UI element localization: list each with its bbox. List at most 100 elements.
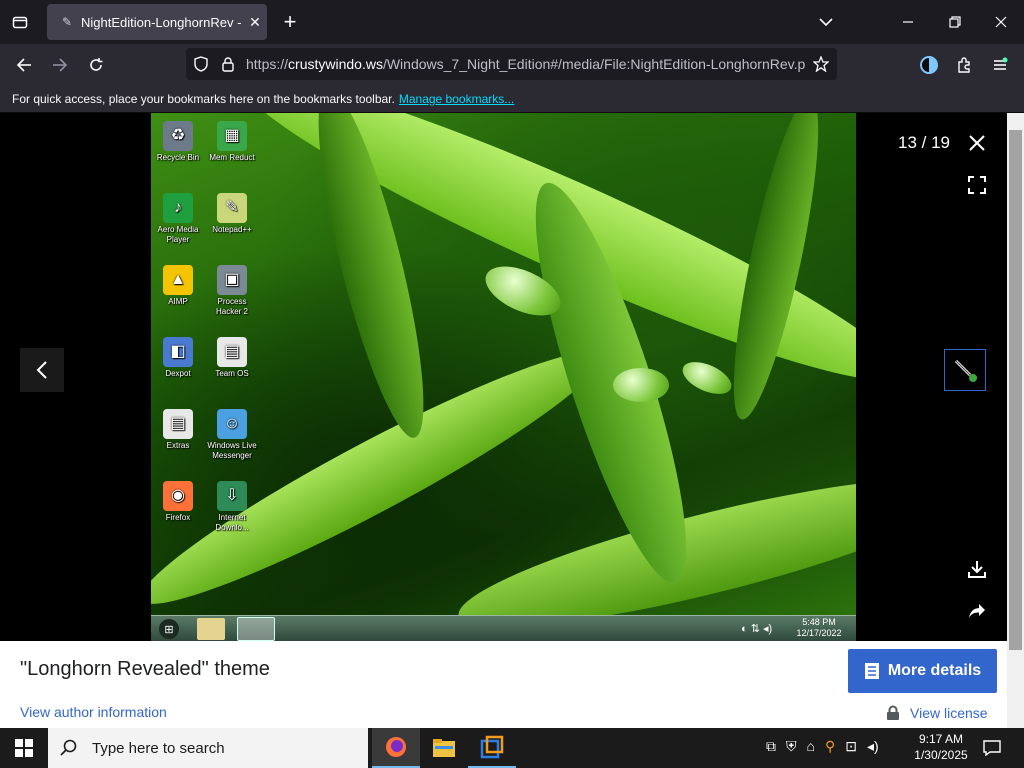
- fullscreen-icon[interactable]: [960, 168, 994, 202]
- active-tab[interactable]: ✎ NightEdition-LonghornRev - W ✕: [47, 4, 267, 40]
- security-icon[interactable]: ⛨: [786, 738, 797, 755]
- notifications-icon[interactable]: [980, 736, 1004, 760]
- url-host: crustywindo.ws: [288, 56, 383, 72]
- image-counter: 13 / 19: [898, 133, 950, 152]
- view-author-link[interactable]: View author information: [20, 704, 167, 720]
- clock-date: 1/30/2025: [914, 748, 968, 762]
- w7-tray-icons: ◐ ⇅ ◂): [741, 623, 773, 635]
- search-icon[interactable]: ⚲: [825, 738, 835, 755]
- network-icon[interactable]: ⌂: [807, 738, 815, 755]
- url-path: /Windows_7_Night_Edition#/media/File:Nig…: [382, 56, 805, 72]
- folder-icon: ▤: [163, 409, 193, 439]
- search-icon: [60, 739, 77, 756]
- desktop-icon: ▤ Team OS: [206, 337, 258, 379]
- desktop-icon-label: Team OS: [215, 369, 249, 378]
- w7-clock-time: 5:48 PM: [802, 617, 836, 627]
- aimp-icon: ▲: [163, 265, 193, 295]
- bookmarks-message: For quick access, place your bookmarks h…: [12, 92, 395, 106]
- previous-image-icon[interactable]: [20, 348, 64, 392]
- tracking-shield-icon[interactable]: [186, 56, 216, 72]
- desktop-icon: ◧ Dexpot: [152, 337, 204, 379]
- process-hacker-icon: ▣: [217, 265, 247, 295]
- notepad-icon: ✎: [217, 193, 247, 223]
- desktop-icon: ✎ Notepad++: [206, 193, 258, 235]
- taskbar-file-explorer-icon[interactable]: [420, 728, 468, 768]
- volume-icon[interactable]: ◂): [867, 738, 879, 755]
- tab-title: NightEdition-LonghornRev - W: [81, 14, 243, 30]
- tab-overview-icon[interactable]: [8, 10, 32, 34]
- share-icon[interactable]: [960, 594, 994, 628]
- close-tab-icon[interactable]: ✕: [243, 10, 267, 34]
- reload-icon[interactable]: [84, 53, 108, 77]
- extensions-puzzle-icon[interactable]: [952, 53, 976, 77]
- desktop-icon: ⇩ Internet Downlo...: [206, 481, 258, 533]
- view-license-link[interactable]: View license: [886, 705, 988, 721]
- w7-active-app-icon: [237, 617, 275, 641]
- address-bar[interactable]: https://crustywindo.ws/Windows_7_Night_E…: [186, 48, 837, 80]
- url-scheme: https://: [246, 56, 289, 72]
- restore-icon[interactable]: [943, 10, 967, 34]
- dexpot-icon: ◧: [163, 337, 193, 367]
- water-droplet: [677, 355, 737, 401]
- desktop-icon-label: Mem Reduct: [209, 153, 255, 162]
- more-details-button[interactable]: More details: [848, 649, 997, 693]
- window-close-icon[interactable]: [989, 10, 1013, 34]
- desktop-icon-label: Internet Downlo...: [215, 513, 249, 532]
- desktop-icon-label: AIMP: [168, 297, 188, 306]
- scrollbar-thumb[interactable]: [1009, 130, 1022, 650]
- minimize-icon[interactable]: [896, 10, 920, 34]
- desktop-icon: ▲ AIMP: [152, 265, 204, 307]
- media-player-icon: ♪: [163, 193, 193, 223]
- water-droplet: [613, 368, 669, 402]
- desktop-icon: ▣ Process Hacker 2: [206, 265, 258, 317]
- theme-toggle-icon[interactable]: [916, 52, 942, 78]
- desktop-icon-label: Notepad++: [212, 225, 252, 234]
- firefox-icon: ◉: [163, 481, 193, 511]
- recycle-bin-icon: ♻: [163, 121, 193, 151]
- w7-clock: 5:48 PM 12/17/2022: [786, 617, 852, 639]
- taskbar-firefox-icon[interactable]: [372, 728, 420, 768]
- manage-bookmarks-link[interactable]: Manage bookmarks...: [399, 92, 514, 106]
- download-icon[interactable]: [960, 552, 994, 586]
- back-arrow-icon[interactable]: [12, 53, 36, 77]
- close-viewer-icon[interactable]: [960, 126, 994, 160]
- taskbar-search-box[interactable]: Type here to search: [48, 728, 368, 768]
- desktop-icon: ▤ Extras: [152, 409, 204, 451]
- bookmarks-toolbar: For quick access, place your bookmarks h…: [0, 86, 1024, 113]
- folder-icon: ▤: [217, 337, 247, 367]
- lock-icon[interactable]: [216, 56, 240, 72]
- cursor-brush-icon[interactable]: [944, 349, 986, 391]
- system-tray-icons[interactable]: ⧉ ⛨ ⌂ ⚲ ⊡ ◂): [766, 738, 879, 755]
- wallpaper-screenshot-image: ♻ Recycle Bin ▦ Mem Reduct ♪ Aero Media Playe…: [151, 113, 856, 641]
- desktop-icon: ▦ Mem Reduct: [206, 121, 258, 163]
- taskbar-virtualbox-icon[interactable]: [468, 728, 516, 768]
- windows-start-icon[interactable]: [0, 728, 48, 768]
- bookmark-star-icon[interactable]: [805, 56, 837, 72]
- desktop-icon-label: Process Hacker 2: [215, 297, 248, 316]
- clock-time: 9:17 AM: [918, 732, 964, 746]
- desktop-icon: ◉ Firefox: [152, 481, 204, 523]
- desktop-icon-label: Firefox: [165, 513, 191, 522]
- tab-bar: ✎ NightEdition-LonghornRev - W ✕ +: [0, 0, 1024, 44]
- w7-start-orb-icon: ⊞: [159, 619, 179, 639]
- page-favicon-icon: ✎: [61, 15, 73, 29]
- task-view-icon[interactable]: ⧉: [766, 738, 776, 755]
- app-menu-icon[interactable]: [988, 53, 1012, 77]
- url-text[interactable]: https://crustywindo.ws/Windows_7_Night_E…: [240, 56, 805, 72]
- desktop-icon: ☺ Windows Live Messenger: [206, 409, 258, 461]
- taskbar-clock[interactable]: 9:17 AM 1/30/2025: [905, 731, 977, 763]
- forward-arrow-icon[interactable]: [48, 53, 72, 77]
- desktop-icon: ♪ Aero Media Player: [152, 193, 204, 245]
- new-tab-icon[interactable]: +: [278, 9, 302, 34]
- desktop-icon-label: Aero Media Player: [157, 225, 199, 244]
- mem-reduct-icon: ▦: [217, 121, 247, 151]
- list-tabs-chevron-icon[interactable]: [814, 10, 838, 34]
- more-details-label: More details: [887, 662, 982, 679]
- messenger-icon: ☺: [217, 409, 247, 439]
- desktop-icon-label: Dexpot: [165, 369, 191, 378]
- desktop-icon: ♻ Recycle Bin: [152, 121, 204, 163]
- media-title: "Longhorn Revealed" theme: [20, 658, 270, 680]
- idm-icon: ⇩: [217, 481, 247, 511]
- wifi-icon[interactable]: ⊡: [845, 738, 857, 755]
- embedded-w7-taskbar: ⊞ ◐ ⇅ ◂) 5:48 PM 12/17/2022: [151, 615, 856, 641]
